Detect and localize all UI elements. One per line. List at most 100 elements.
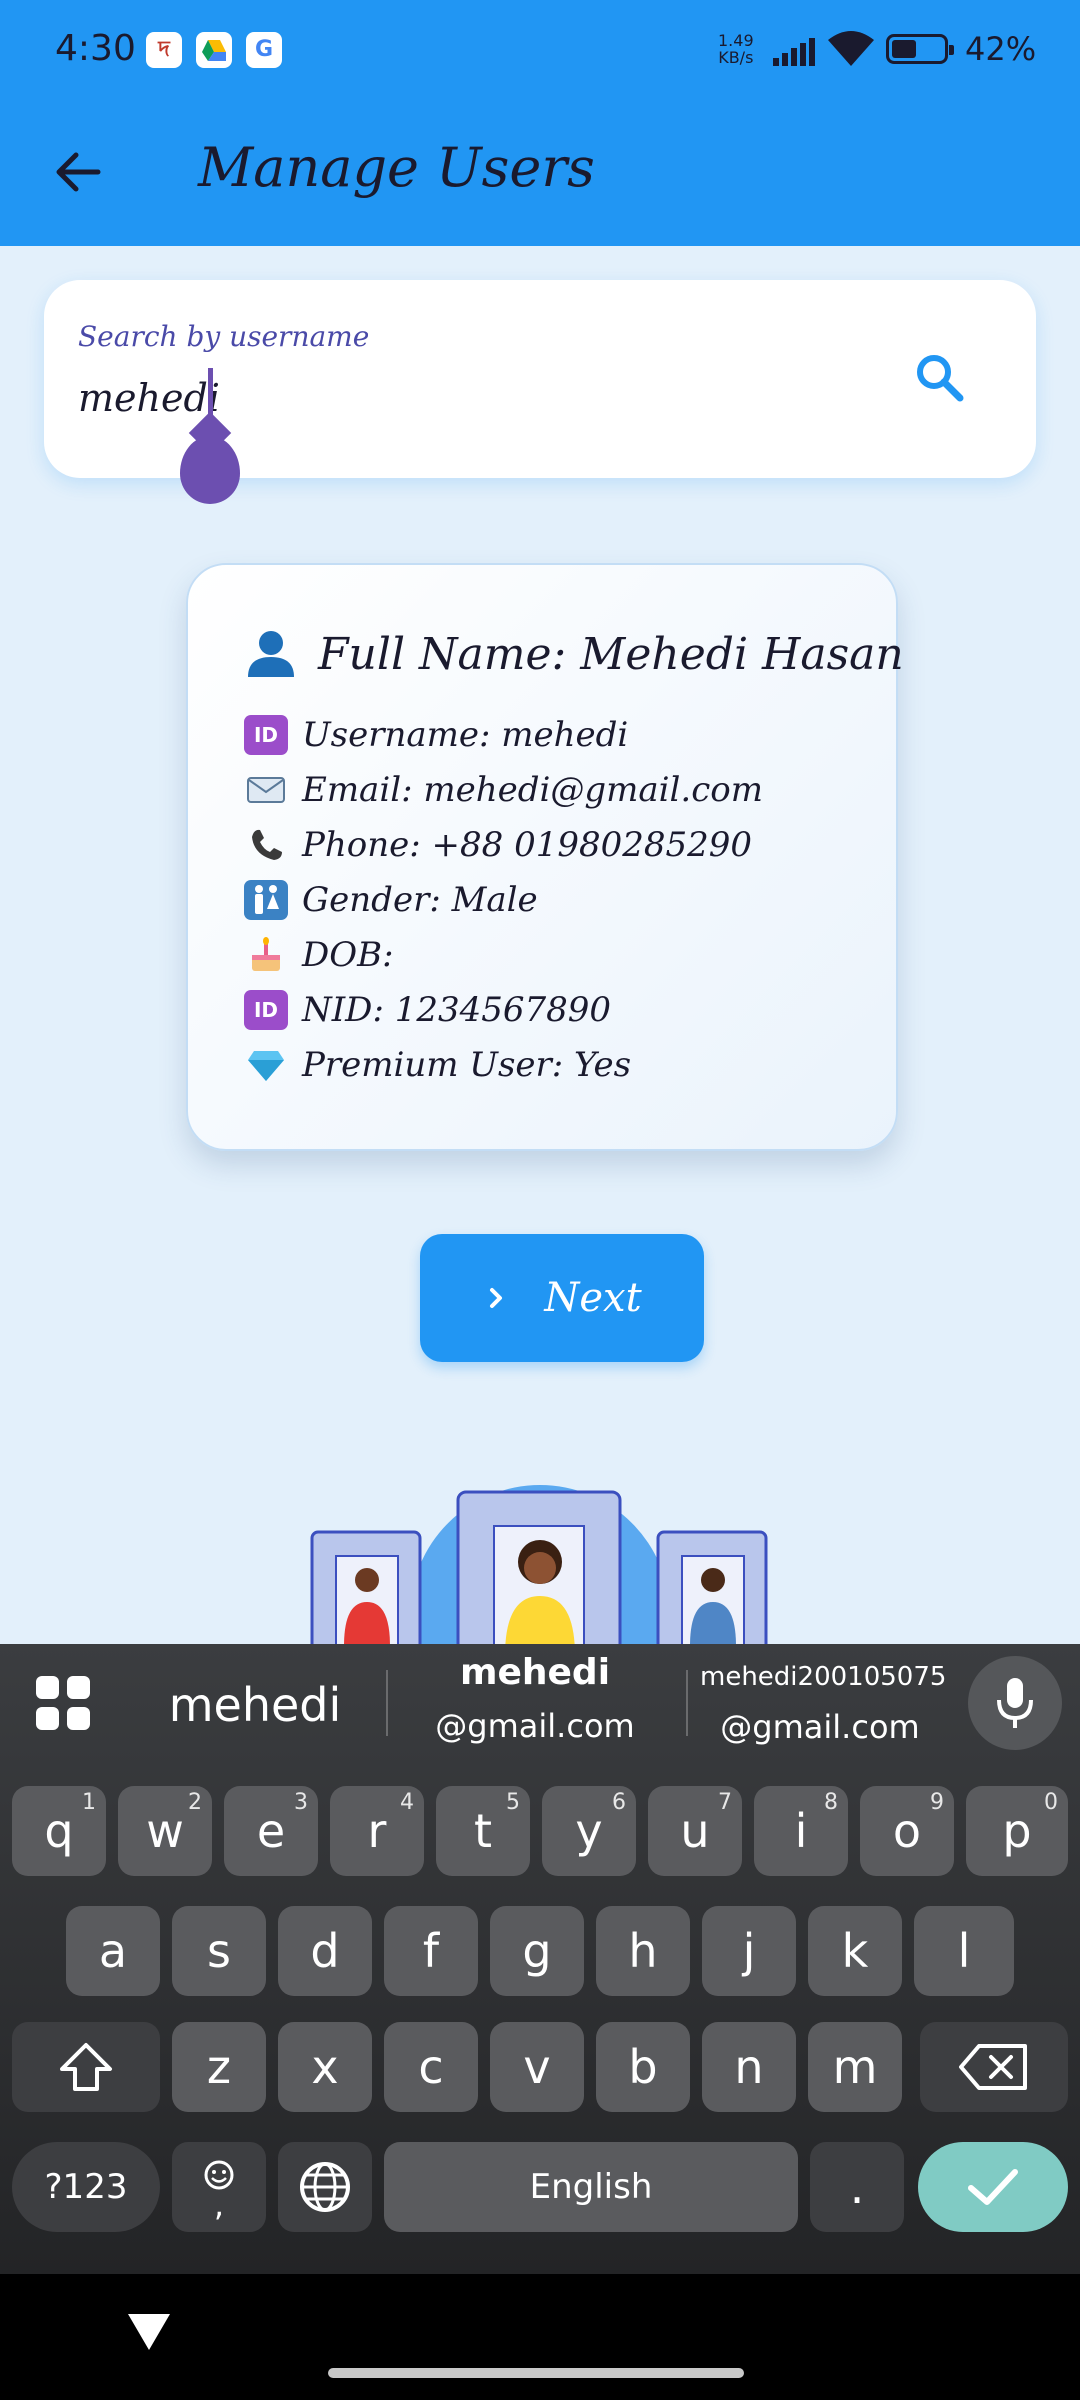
search-icon[interactable] [910, 348, 970, 408]
status-bar: 4:30 দ G 1.49 KB/s 42% [0, 0, 1080, 100]
key-v[interactable]: v [490, 2022, 584, 2112]
key-t[interactable]: t5 [436, 1786, 530, 1876]
key-sub-label: 0 [1044, 1790, 1058, 1815]
detail-dob: DOB: [244, 927, 763, 982]
key-sub-label: 8 [824, 1790, 838, 1815]
user-details: ID Username: mehedi Email: mehedi@gmail.… [244, 707, 763, 1092]
space-key[interactable]: English [384, 2142, 798, 2232]
key-a[interactable]: a [66, 1906, 160, 1996]
battery-percent: 42% [965, 30, 1037, 68]
key-label: r [367, 1804, 387, 1858]
suggestion-1[interactable]: mehedi [140, 1678, 370, 1732]
key-j[interactable]: j [702, 1906, 796, 1996]
detail-email: Email: mehedi@gmail.com [244, 762, 763, 817]
period-key[interactable]: . [810, 2142, 904, 2232]
detail-username: ID Username: mehedi [244, 707, 763, 762]
wifi-icon [828, 31, 874, 66]
key-p[interactable]: p0 [966, 1786, 1068, 1876]
key-label: o [892, 1804, 922, 1858]
done-key[interactable] [918, 2142, 1068, 2232]
keyboard-hide-icon[interactable] [124, 2310, 174, 2354]
key-sub-label: 7 [718, 1790, 732, 1815]
key-c[interactable]: c [384, 2022, 478, 2112]
email-icon [244, 770, 288, 810]
search-input[interactable]: mehedi [78, 376, 220, 420]
back-arrow-icon[interactable] [48, 142, 108, 202]
key-sub-label: 9 [930, 1790, 944, 1815]
detail-premium: Premium User: Yes [244, 1037, 763, 1092]
suggestion-bar: mehedi mehedi @gmail.com mehedi200105075… [0, 1644, 1080, 1764]
key-q[interactable]: q1 [12, 1786, 106, 1876]
symbols-key[interactable]: ?123 [12, 2142, 160, 2232]
key-l[interactable]: l [914, 1906, 1014, 1996]
full-name: Full Name: Mehedi Hasan [318, 628, 904, 680]
key-k[interactable]: k [808, 1906, 902, 1996]
key-r[interactable]: r4 [330, 1786, 424, 1876]
suggestion-3-line1: mehedi200105075 [700, 1662, 947, 1692]
detail-text: Premium User: Yes [302, 1044, 632, 1085]
key-d[interactable]: d [278, 1906, 372, 1996]
id-icon: ID [244, 714, 288, 755]
key-label: i [794, 1804, 808, 1858]
key-sub-label: 2 [188, 1790, 202, 1815]
key-n[interactable]: n [702, 2022, 796, 2112]
apps-grid-icon[interactable] [36, 1676, 90, 1730]
net-speed: 1.49 KB/s [718, 32, 754, 66]
key-label: w [146, 1804, 184, 1858]
comma-label: , [213, 2186, 225, 2224]
detail-text: Username: mehedi [302, 714, 629, 755]
drive-icon [196, 32, 232, 68]
key-o[interactable]: o9 [860, 1786, 954, 1876]
key-y[interactable]: y6 [542, 1786, 636, 1876]
key-sub-label: 3 [294, 1790, 308, 1815]
key-label: q [44, 1804, 74, 1858]
home-indicator[interactable] [328, 2368, 744, 2378]
key-sub-label: 5 [506, 1790, 520, 1815]
signal-icon [773, 38, 815, 66]
cursor-handle[interactable] [180, 436, 240, 504]
key-i[interactable]: i8 [754, 1786, 848, 1876]
suggestion-divider [386, 1670, 388, 1736]
shift-key[interactable] [12, 2022, 160, 2112]
key-w[interactable]: w2 [118, 1786, 212, 1876]
key-m[interactable]: m [808, 2022, 902, 2112]
key-e[interactable]: e3 [224, 1786, 318, 1876]
key-h[interactable]: h [596, 1906, 690, 1996]
key-x[interactable]: x [278, 2022, 372, 2112]
key-label: p [1002, 1804, 1032, 1858]
key-label: u [680, 1804, 710, 1858]
suggestion-3-line2: @gmail.com [720, 1708, 920, 1746]
key-z[interactable]: z [172, 2022, 266, 2112]
backspace-icon [959, 2044, 1027, 2090]
cake-icon [244, 935, 288, 975]
detail-text: DOB: [302, 934, 394, 975]
detail-text: NID: 1234567890 [302, 989, 612, 1030]
key-label: y [575, 1804, 603, 1858]
suggestion-3[interactable]: mehedi200105075 @gmail.com [700, 1662, 947, 1746]
backspace-key[interactable] [920, 2022, 1068, 2112]
gem-icon [244, 1045, 288, 1085]
globe-icon [300, 2162, 350, 2212]
key-f[interactable]: f [384, 1906, 478, 1996]
page-title: Manage Users [198, 136, 595, 199]
battery-icon [886, 34, 954, 64]
google-icon: G [246, 32, 282, 68]
status-time: 4:30 [55, 28, 136, 69]
shift-icon [60, 2043, 112, 2091]
emoji-comma-key[interactable]: , [172, 2142, 266, 2232]
key-g[interactable]: g [490, 1906, 584, 1996]
users-illustration [0, 1470, 1080, 1644]
suggestion-2[interactable]: mehedi @gmail.com [410, 1652, 660, 1745]
key-b[interactable]: b [596, 2022, 690, 2112]
language-key[interactable] [278, 2142, 372, 2232]
mic-button[interactable] [968, 1656, 1062, 1750]
net-speed-value: 1.49 [718, 31, 754, 50]
key-u[interactable]: u7 [648, 1786, 742, 1876]
next-button[interactable]: Next [420, 1234, 704, 1362]
soft-keyboard: mehedi mehedi @gmail.com mehedi200105075… [0, 1644, 1080, 2274]
key-s[interactable]: s [172, 1906, 266, 1996]
key-label: e [256, 1804, 286, 1858]
net-speed-unit: KB/s [718, 48, 754, 67]
key-sub-label: 6 [612, 1790, 626, 1815]
key-sub-label: 4 [400, 1790, 414, 1815]
